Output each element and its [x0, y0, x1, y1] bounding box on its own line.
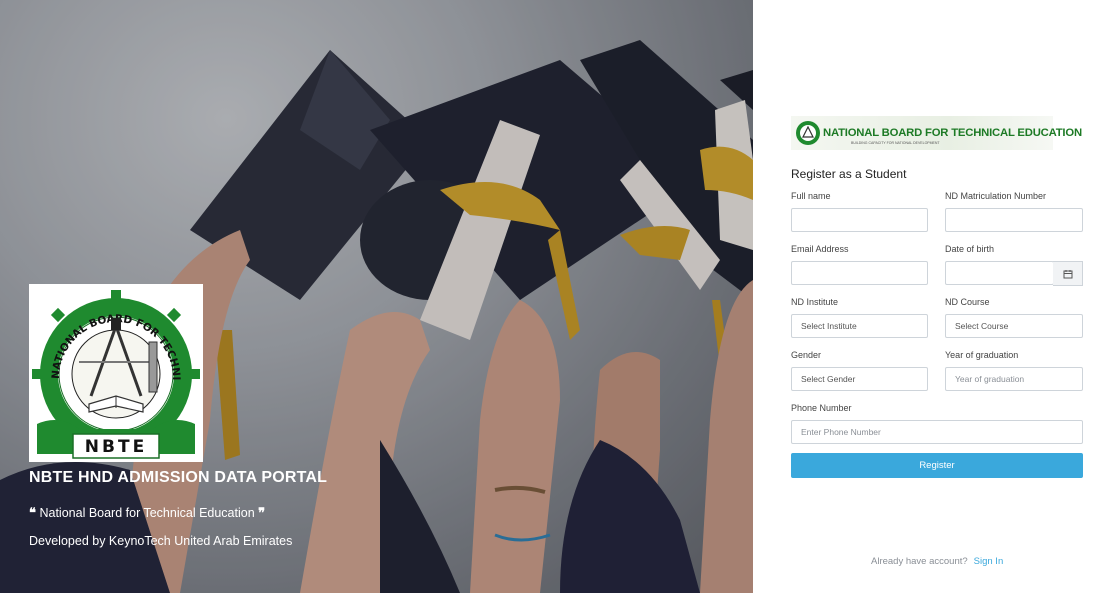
tagline-text: National Board for Technical Education [39, 506, 255, 520]
matric-number-label: ND Matriculation Number [945, 191, 1047, 201]
dob-input[interactable] [945, 261, 1054, 285]
dob-label: Date of birth [945, 244, 995, 254]
calendar-button[interactable] [1053, 261, 1083, 286]
institute-select[interactable]: Select Institute [791, 314, 928, 338]
open-quote-icon: ❝ [29, 505, 36, 520]
registration-panel: NATIONAL BOARD FOR TECHNICAL EDUCATION B… [753, 0, 1120, 593]
portal-title: NBTE HND ADMISSION DATA PORTAL [29, 469, 328, 486]
full-name-label: Full name [791, 191, 831, 201]
phone-label: Phone Number [791, 403, 852, 413]
course-label: ND Course [945, 297, 990, 307]
nbte-emblem-icon: NATIONAL BOARD FOR TECHNICAL EDUCATION N… [25, 275, 200, 459]
developer-credit: Developed by KeynoTech United Arab Emira… [29, 534, 293, 548]
email-input[interactable] [791, 261, 928, 285]
graduation-year-label: Year of graduation [945, 350, 1019, 360]
nbte-logo: NATIONAL BOARD FOR TECHNICAL EDUCATION N… [25, 275, 203, 462]
close-quote-icon: ❞ [258, 505, 266, 520]
calendar-icon [1063, 269, 1072, 278]
svg-text:NBTE: NBTE [85, 437, 147, 457]
gender-select[interactable]: Select Gender [791, 367, 928, 391]
register-button[interactable]: Register [791, 453, 1083, 478]
nbte-banner-logo: NATIONAL BOARD FOR TECHNICAL EDUCATION B… [791, 116, 1082, 150]
hero-tagline: ❝ National Board for Technical Education… [29, 505, 265, 521]
course-select[interactable]: Select Course [945, 314, 1083, 338]
full-name-input[interactable] [791, 208, 928, 232]
have-account-text: Already have account? [871, 556, 968, 567]
phone-input[interactable]: Enter Phone Number [791, 420, 1083, 444]
banner-subtitle: BUILDING CAPACITY FOR NATIONAL DEVELOPME… [851, 141, 940, 145]
banner-title: NATIONAL BOARD FOR TECHNICAL EDUCATION [823, 127, 1082, 139]
matric-number-input[interactable] [945, 208, 1083, 232]
gender-label: Gender [791, 350, 822, 360]
nbte-small-emblem-icon [796, 121, 820, 145]
form-title: Register as a Student [791, 167, 907, 181]
graduation-year-input[interactable]: Year of graduation [945, 367, 1083, 391]
email-label: Email Address [791, 244, 849, 254]
signin-prompt: Already have account? Sign In [871, 556, 1003, 567]
hero-section: NATIONAL BOARD FOR TECHNICAL EDUCATION N… [0, 0, 753, 593]
sign-in-link[interactable]: Sign In [974, 556, 1004, 567]
institute-label: ND Institute [791, 297, 839, 307]
